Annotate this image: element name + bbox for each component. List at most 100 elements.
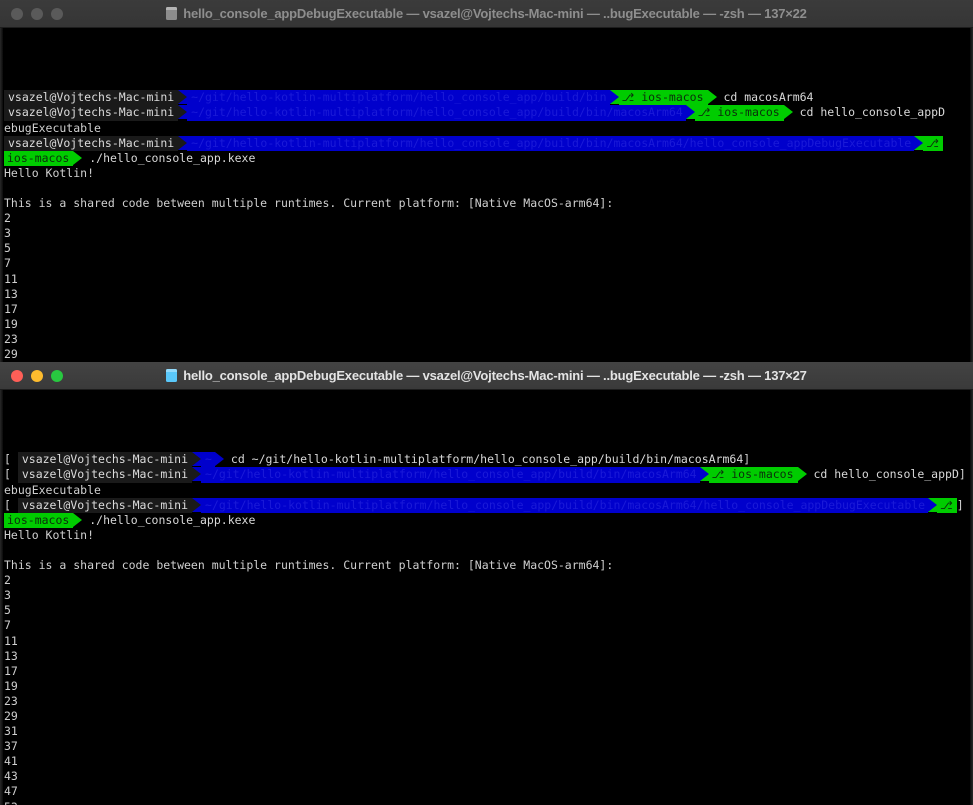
terminal-output-number: 41 bbox=[4, 754, 18, 769]
terminal-line: ios-macos ./hello_console_app.kexe bbox=[4, 150, 973, 166]
terminal-output bbox=[4, 543, 11, 557]
prompt-path-text: ~/git/hello-kotlin-multiplatform/hello_c… bbox=[191, 135, 912, 150]
prompt-bracket: [ bbox=[4, 497, 18, 512]
terminal-output-number: 19 bbox=[4, 678, 18, 693]
terminal-line: ebugExecutable bbox=[4, 483, 973, 498]
terminal-window-1[interactable]: hello_console_appDebugExecutable — vsaze… bbox=[0, 0, 973, 362]
terminal-output-number: 7 bbox=[4, 618, 11, 633]
terminal-line: [ vsazel@Vojtechs-Mac-mini ~/git/hello-ko… bbox=[4, 467, 973, 483]
terminal-output bbox=[4, 181, 11, 195]
prompt-host: vsazel@Vojtechs-Mac-mini bbox=[4, 135, 179, 151]
window-2-traffic-lights[interactable] bbox=[0, 369, 63, 382]
terminal-output: Hello Kotlin! bbox=[4, 527, 95, 542]
git-branch-icon: ⎇ bbox=[926, 136, 939, 150]
terminal-output-number: 3 bbox=[4, 588, 11, 603]
minimize-button[interactable] bbox=[31, 369, 43, 382]
prompt-path-text: ~/git/hello-kotlin-multiplatform/hello_c… bbox=[191, 105, 683, 120]
terminal-output-number: 17 bbox=[4, 663, 18, 678]
prompt-path: ~/git/hello-kotlin-multiplatform/hello_c… bbox=[201, 497, 929, 513]
powerline-separator bbox=[928, 497, 938, 512]
terminal-output-number: 53 bbox=[4, 800, 973, 805]
powerline-separator bbox=[73, 150, 83, 165]
powerline-separator bbox=[178, 105, 188, 120]
terminal-output-number: 19 bbox=[4, 316, 18, 331]
terminal-output-number: 5 bbox=[4, 241, 11, 256]
powerline-separator bbox=[797, 467, 807, 482]
terminal-output-number: 5 bbox=[4, 603, 11, 618]
powerline-separator bbox=[783, 105, 793, 120]
prompt-branch-name: ios-macos bbox=[634, 90, 704, 105]
powerline-separator bbox=[214, 452, 224, 467]
desktop: hello_console_appDebugExecutable — vsaze… bbox=[0, 0, 973, 805]
window-1-titlebar[interactable]: hello_console_appDebugExecutable — vsaze… bbox=[0, 0, 973, 28]
terminal-output-number: 2 bbox=[4, 573, 11, 588]
prompt-branch-name: ios-macos bbox=[7, 150, 70, 165]
powerline-separator bbox=[192, 452, 202, 467]
prompt-path: ~/git/hello-kotlin-multiplatform/hello_c… bbox=[187, 90, 610, 106]
terminal-output-number: 13 bbox=[4, 648, 18, 663]
git-branch-icon: ⎇ bbox=[697, 106, 711, 120]
minimize-button[interactable] bbox=[31, 7, 43, 20]
prompt-path: ~/git/hello-kotlin-multiplatform/hello_c… bbox=[187, 135, 915, 151]
terminal-output-number: 29 bbox=[4, 346, 18, 361]
terminal-output-number: 47 bbox=[4, 784, 18, 799]
prompt-branch: ⎇ ios-macos bbox=[618, 90, 708, 106]
powerline-separator bbox=[178, 135, 188, 150]
prompt-branch-name: ios-macos bbox=[7, 512, 70, 527]
window-1-traffic-lights[interactable] bbox=[0, 7, 63, 20]
prompt-branch: ios-macos bbox=[4, 512, 74, 528]
git-branch-icon: ⎇ bbox=[711, 468, 725, 482]
prompt-path-text: ~ bbox=[205, 452, 212, 467]
prompt-branch-name: ios-macos bbox=[710, 105, 780, 120]
prompt-host: vsazel@Vojtechs-Mac-mini bbox=[4, 90, 179, 106]
git-branch-icon: ⎇ bbox=[621, 91, 635, 105]
terminal-line: ios-macos ./hello_console_app.kexe bbox=[4, 512, 973, 528]
terminal-command: ./hello_console_app.kexe bbox=[82, 512, 256, 527]
terminal-window-2[interactable]: hello_console_appDebugExecutable — vsaze… bbox=[0, 362, 973, 805]
powerline-separator bbox=[699, 467, 709, 482]
terminal-line: This is a shared code between multiple r… bbox=[4, 196, 973, 211]
powerline-separator bbox=[707, 90, 717, 105]
prompt-path-text: ~/git/hello-kotlin-multiplatform/hello_c… bbox=[205, 467, 697, 482]
terminal-line: vsazel@Vojtechs-Mac-mini ~/git/hello-kotl… bbox=[4, 105, 973, 121]
terminal-line: vsazel@Vojtechs-Mac-mini ~/git/hello-kotl… bbox=[4, 135, 973, 151]
terminal-line: Hello Kotlin! bbox=[4, 166, 973, 181]
prompt-host: vsazel@Vojtechs-Mac-mini bbox=[17, 467, 193, 483]
scroll-gutter-left bbox=[0, 28, 3, 362]
prompt-branch-name: ios-macos bbox=[724, 467, 794, 482]
terminal-2-body[interactable]: [ vsazel@Vojtechs-Mac-mini ~ cd ~/git/hel… bbox=[0, 390, 973, 805]
terminal-2-content: [ vsazel@Vojtechs-Mac-mini ~ cd ~/git/hel… bbox=[0, 452, 973, 805]
terminal-output-number: 3 bbox=[4, 226, 11, 241]
prompt-branch: ⎇ ios-macos bbox=[708, 467, 798, 483]
terminal-1-content: vsazel@Vojtechs-Mac-mini ~/git/hello-kotl… bbox=[0, 90, 973, 362]
prompt-branch: ⎇ ios-macos bbox=[694, 105, 784, 121]
close-button[interactable] bbox=[11, 7, 23, 20]
terminal-output-number: 11 bbox=[4, 633, 18, 648]
document-icon bbox=[166, 369, 178, 382]
terminal-line: vsazel@Vojtechs-Mac-mini ~/git/hello-kotl… bbox=[4, 90, 973, 106]
window-2-titlebar[interactable]: hello_console_appDebugExecutable — vsaze… bbox=[0, 362, 973, 390]
prompt-path-text: ~/git/hello-kotlin-multiplatform/hello_c… bbox=[191, 90, 607, 105]
maximize-button[interactable] bbox=[51, 7, 63, 20]
prompt-branch: ⎇ bbox=[937, 497, 957, 513]
terminal-command: cd macosArm64 bbox=[716, 90, 814, 105]
scroll-gutter-left bbox=[0, 390, 3, 805]
terminal-1-body[interactable]: vsazel@Vojtechs-Mac-mini ~/git/hello-kotl… bbox=[0, 28, 973, 362]
terminal-output: This is a shared code between multiple r… bbox=[4, 196, 614, 211]
prompt-path: ~/git/hello-kotlin-multiplatform/hello_c… bbox=[201, 467, 700, 483]
prompt-bracket: [ bbox=[4, 467, 18, 482]
terminal-output-number: 7 bbox=[4, 256, 11, 271]
terminal-line: Hello Kotlin! bbox=[4, 528, 973, 543]
prompt-tail-bracket: ] bbox=[958, 467, 966, 482]
terminal-line bbox=[4, 543, 973, 558]
terminal-output-number: 31 bbox=[4, 724, 18, 739]
document-icon bbox=[166, 7, 178, 20]
maximize-button[interactable] bbox=[51, 369, 63, 382]
prompt-path: ~/git/hello-kotlin-multiplatform/hello_c… bbox=[187, 105, 686, 121]
terminal-output-number: 23 bbox=[4, 331, 18, 346]
prompt-path: ~ bbox=[201, 452, 215, 468]
powerline-separator bbox=[192, 497, 202, 512]
terminal-output-number: 43 bbox=[4, 769, 18, 784]
terminal-output: ebugExecutable bbox=[4, 482, 101, 497]
close-button[interactable] bbox=[11, 369, 23, 382]
